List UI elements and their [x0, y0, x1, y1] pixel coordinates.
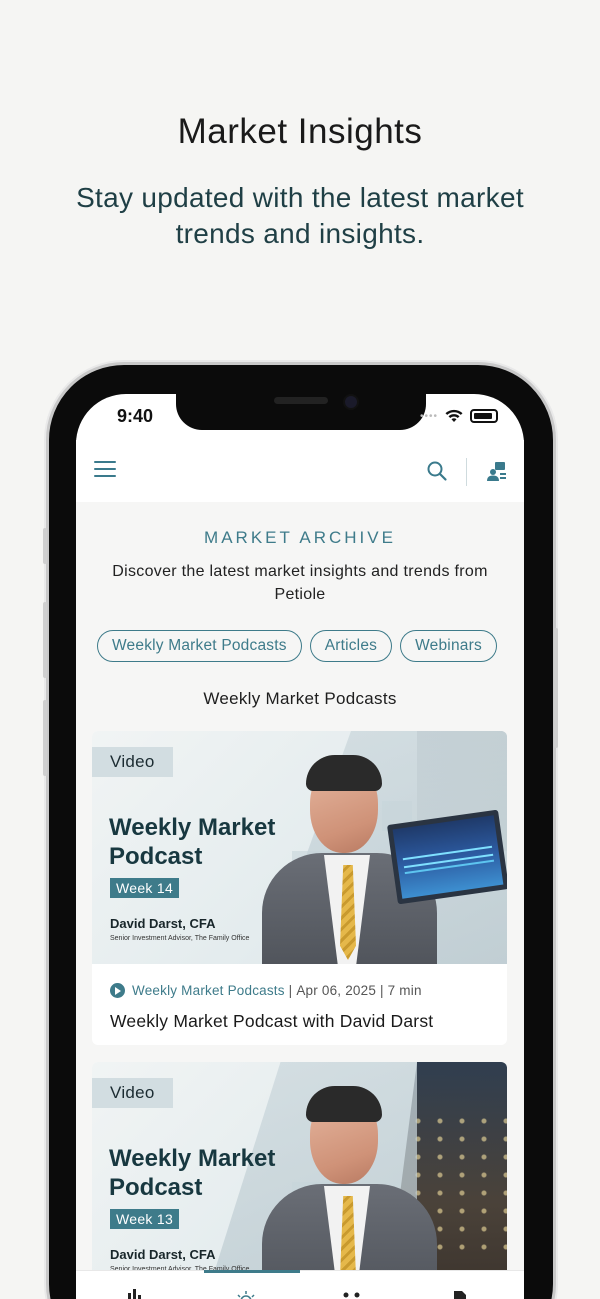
menu-icon[interactable] — [94, 461, 116, 479]
mute-switch — [43, 528, 47, 564]
card-meta: Weekly Market Podcasts | Apr 06, 2025 | … — [110, 983, 422, 998]
card-category[interactable]: Weekly Market Podcasts — [132, 983, 285, 998]
podcast-thumbnail: Video Weekly Market Podcast Week 13 Davi… — [92, 1062, 507, 1295]
presenter-photo — [262, 1084, 437, 1295]
power-button — [554, 628, 558, 748]
signal-icon: •••• — [420, 410, 439, 422]
video-tag: Video — [92, 1078, 173, 1108]
tab-markets-icon[interactable] — [126, 1289, 144, 1299]
volume-up-button — [43, 602, 47, 678]
promo-subhead: Stay updated with the latest market tren… — [76, 182, 524, 249]
week-badge: Week 13 — [110, 1209, 180, 1229]
laptop-illustration — [386, 809, 507, 905]
podcast-card[interactable]: Video Weekly Market Podcast Week 14 Davi… — [92, 731, 507, 1045]
card-title[interactable]: Weekly Market Podcast with David Darst — [110, 1011, 433, 1032]
status-icons: •••• — [420, 408, 499, 424]
card-date: Apr 06, 2025 — [296, 983, 377, 998]
video-tag: Video — [92, 747, 173, 777]
list-heading: Weekly Market Podcasts — [203, 689, 397, 708]
tab-insights-icon[interactable] — [234, 1289, 258, 1299]
status-time: 9:40 — [117, 406, 154, 426]
wifi-icon — [445, 409, 463, 422]
presenter-role: Senior Investment Advisor, The Family Of… — [110, 935, 250, 942]
header-divider — [466, 458, 467, 486]
search-icon[interactable] — [426, 460, 448, 482]
presenter-name: David Darst, CFA — [110, 1247, 216, 1262]
app-header — [76, 440, 524, 502]
podcast-card[interactable]: Video Weekly Market Podcast Week 13 Davi… — [92, 1062, 507, 1299]
chip-webinars[interactable]: Webinars — [400, 630, 497, 662]
play-icon — [110, 983, 125, 998]
presenter-name: David Darst, CFA — [110, 916, 216, 931]
tab-people-icon[interactable] — [341, 1289, 363, 1299]
card-duration: 7 min — [387, 983, 422, 998]
volume-down-button — [43, 700, 47, 776]
chip-articles[interactable]: Articles — [309, 630, 393, 662]
tab-documents-icon[interactable] — [451, 1289, 469, 1299]
speaker — [274, 397, 328, 404]
promo-headline: Market Insights — [177, 112, 423, 151]
week-badge: Week 14 — [110, 878, 180, 898]
archive-title: MARKET ARCHIVE — [204, 528, 396, 547]
front-camera — [343, 394, 359, 410]
active-tab-indicator — [204, 1270, 300, 1273]
filter-chips: Weekly Market Podcasts Articles Webinars — [97, 630, 524, 664]
user-account-icon[interactable] — [485, 460, 507, 482]
chip-weekly-market-podcasts[interactable]: Weekly Market Podcasts — [97, 630, 302, 662]
podcast-thumbnail: Video Weekly Market Podcast Week 14 Davi… — [92, 731, 507, 964]
archive-description: Discover the latest market insights and … — [112, 563, 488, 603]
battery-icon — [470, 409, 499, 423]
